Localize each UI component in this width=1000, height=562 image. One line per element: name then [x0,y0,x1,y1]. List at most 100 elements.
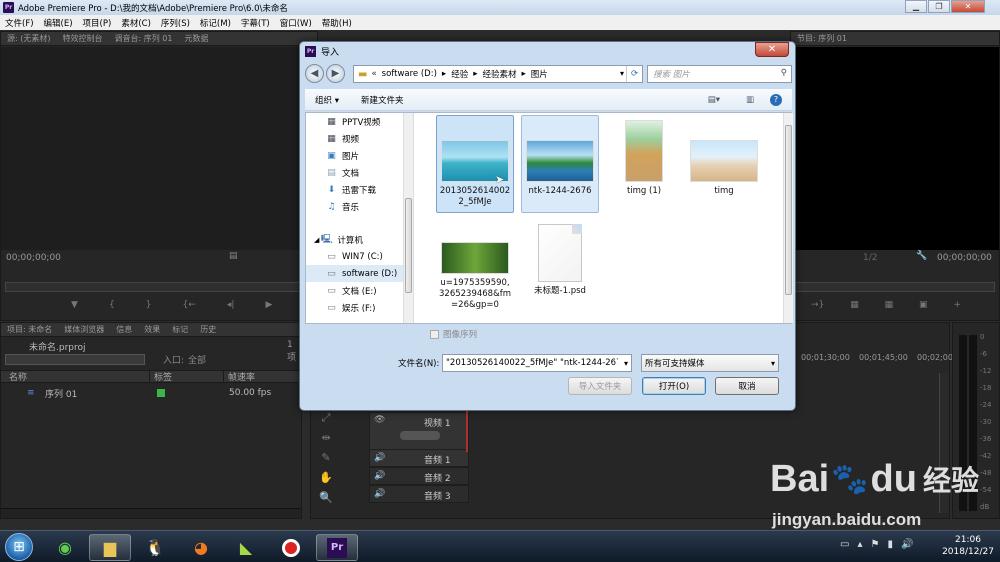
file-item[interactable]: timg (1) [605,115,683,213]
file-item[interactable]: u=1975359590,3265239468&fm=26&gp=0 [436,217,514,321]
tab-markers[interactable]: 标记 [166,324,194,335]
out-bracket-icon[interactable]: } [146,300,152,310]
playhead-line[interactable] [466,410,468,452]
search-input[interactable]: 搜索 图片 ⚲ [647,65,792,83]
restore-button[interactable]: ❐ [928,0,950,13]
chevron-down-icon[interactable]: ▾ [620,69,624,78]
scroll-thumb[interactable] [785,125,792,295]
speaker-icon[interactable]: 🔊 [374,489,385,499]
ripple-edit-tool-icon[interactable]: ⤢ [311,408,341,428]
volume-icon[interactable]: 🔊 [901,539,913,550]
in-bracket-icon[interactable]: { [109,300,115,310]
tab-metadata[interactable]: 元数据 [178,33,214,44]
open-button[interactable]: 打开(O) [642,377,706,395]
chevron-right-icon[interactable]: ▸ [473,69,477,79]
nav-item-downloads[interactable]: ⬇ 迅雷下载 [306,181,403,198]
keyboard-icon[interactable]: ▭ [840,539,849,550]
filetype-select[interactable]: 所有可支持媒体 ▾ [641,354,779,372]
screen-recorder-icon[interactable] [270,534,312,561]
add-icon[interactable]: + [953,300,961,310]
address-bar[interactable]: ▬ « software (D:) ▸ 经验 ▸ 经验素材 ▸ 图片 ▾ ⟳ [353,65,643,83]
speaker-icon[interactable]: 🔊 [374,471,385,481]
import-folder-button[interactable]: 导入文件夹 [568,377,632,395]
chevron-down-icon[interactable]: ◢ [314,236,319,244]
col-name[interactable]: 名称 [1,370,149,383]
breadcrumb-item[interactable]: 经验素材 [482,68,516,80]
step-back-icon[interactable]: {← [183,300,196,310]
zoom-tool-icon[interactable]: 🔍 [311,488,341,508]
flag-icon[interactable]: ⚑ [870,539,879,550]
file-item[interactable]: 20130526140022_5fMJe [436,115,514,213]
breadcrumb-overflow[interactable]: « [371,69,376,79]
chevron-right-icon[interactable]: ▸ [442,69,446,79]
hand-tool-icon[interactable]: ✋ [311,468,341,488]
source-time-ruler[interactable] [5,282,313,292]
preview-pane-icon[interactable]: ▥ [746,95,754,105]
nav-item-documents[interactable]: ▤ 文档 [306,164,403,181]
table-row[interactable]: ≡ 序列 01 50.00 fps [1,386,301,400]
inpoint-value[interactable]: 全部 [188,353,206,366]
firefox-icon[interactable]: ◕ [180,534,222,561]
col-label[interactable]: 标签 [149,370,223,383]
tab-audio-mixer[interactable]: 调音台: 序列 01 [108,33,178,44]
nav-item-pptv[interactable]: ▦ PPTV视频 [306,113,403,130]
nav-item-drive-c[interactable]: ▭ WIN7 (C:) [306,248,403,265]
back-button[interactable]: ◀ [305,64,324,83]
filename-input[interactable]: "20130526140022_5fMJe" "ntk-1244-267 ▾ [442,354,632,372]
wrench-icon[interactable]: 🔧 [916,251,927,261]
rewind-icon[interactable]: ◂| [227,300,235,310]
speaker-icon[interactable]: 🔊 [374,453,385,463]
image-sequence-checkbox[interactable] [430,329,439,339]
nav-item-pictures[interactable]: ▣ 图片 [306,147,403,164]
qq-icon[interactable]: 🐧 [134,534,176,561]
scroll-thumb[interactable] [405,198,412,293]
export-frame-icon[interactable]: ▣ [919,300,928,310]
breadcrumb-item[interactable]: software (D:) [382,69,437,79]
col-fps[interactable]: 帧速率 [223,370,255,383]
dialog-close-button[interactable]: ✕ [755,42,789,57]
chevron-down-icon[interactable]: ▾ [771,359,775,368]
lift-icon[interactable]: ▦ [850,300,859,310]
network-icon[interactable]: ▮ [887,539,893,550]
menu-marker[interactable]: 标记(M) [195,17,236,29]
extract-icon[interactable]: ▦ [885,300,894,310]
program-timecode[interactable]: 00;00;00;00 [937,253,992,263]
file-item[interactable]: timg [685,115,763,213]
view-options-icon[interactable]: ▤▾ [708,95,720,105]
search-icon[interactable]: ⚲ [781,68,787,78]
file-pane-scrollbar[interactable] [783,113,793,323]
play-icon[interactable]: ▶ [265,300,272,310]
timeline-ruler[interactable]: 00;01;30;00 00;01;45;00 00;02;00;00 [801,353,966,365]
menu-sequence[interactable]: 序列(S) [156,17,195,29]
breadcrumb-item[interactable]: 经验 [451,68,468,80]
help-icon[interactable]: ? [770,93,782,106]
step-forward2-icon[interactable]: →} [811,300,824,310]
tab-info[interactable]: 信息 [110,324,138,335]
eye-icon[interactable]: 👁 [374,415,385,425]
new-folder-button[interactable]: 新建文件夹 [361,94,404,106]
close-window-button[interactable]: ✕ [951,0,985,13]
menu-edit[interactable]: 编辑(E) [39,17,78,29]
tab-effect-controls[interactable]: 特效控制台 [56,33,108,44]
mark-in-icon[interactable]: ▼ [71,300,78,310]
tab-media-browser[interactable]: 媒体浏览器 [58,324,110,335]
slip-tool-icon[interactable]: ⇹ [311,428,341,448]
source-timecode[interactable]: 00;00;00;00 [6,253,61,263]
menu-file[interactable]: 文件(F) [0,17,39,29]
cancel-button[interactable]: 取消 [715,377,779,395]
menu-title[interactable]: 字幕(T) [236,17,275,29]
file-explorer-icon[interactable]: ▆ [89,534,131,561]
forward-button[interactable]: ▶ [326,64,345,83]
tab-history[interactable]: 历史 [194,324,222,335]
tray-expand-icon[interactable]: ▴ [857,539,862,550]
menu-help[interactable]: 帮助(H) [317,17,357,29]
chevron-right-icon[interactable]: ▸ [522,69,526,79]
menu-clip[interactable]: 素材(C) [116,17,156,29]
menu-window[interactable]: 窗口(W) [275,17,317,29]
organize-button[interactable]: 组织 ▾ [315,94,339,106]
nav-item-music[interactable]: ♫ 音乐 [306,198,403,215]
nav-pane-scrollbar[interactable] [403,113,413,323]
start-button[interactable]: ⊞ [5,533,33,561]
browser-360-icon[interactable]: ◉ [44,534,86,561]
tab-source[interactable]: 源: (无素材) [1,33,56,44]
